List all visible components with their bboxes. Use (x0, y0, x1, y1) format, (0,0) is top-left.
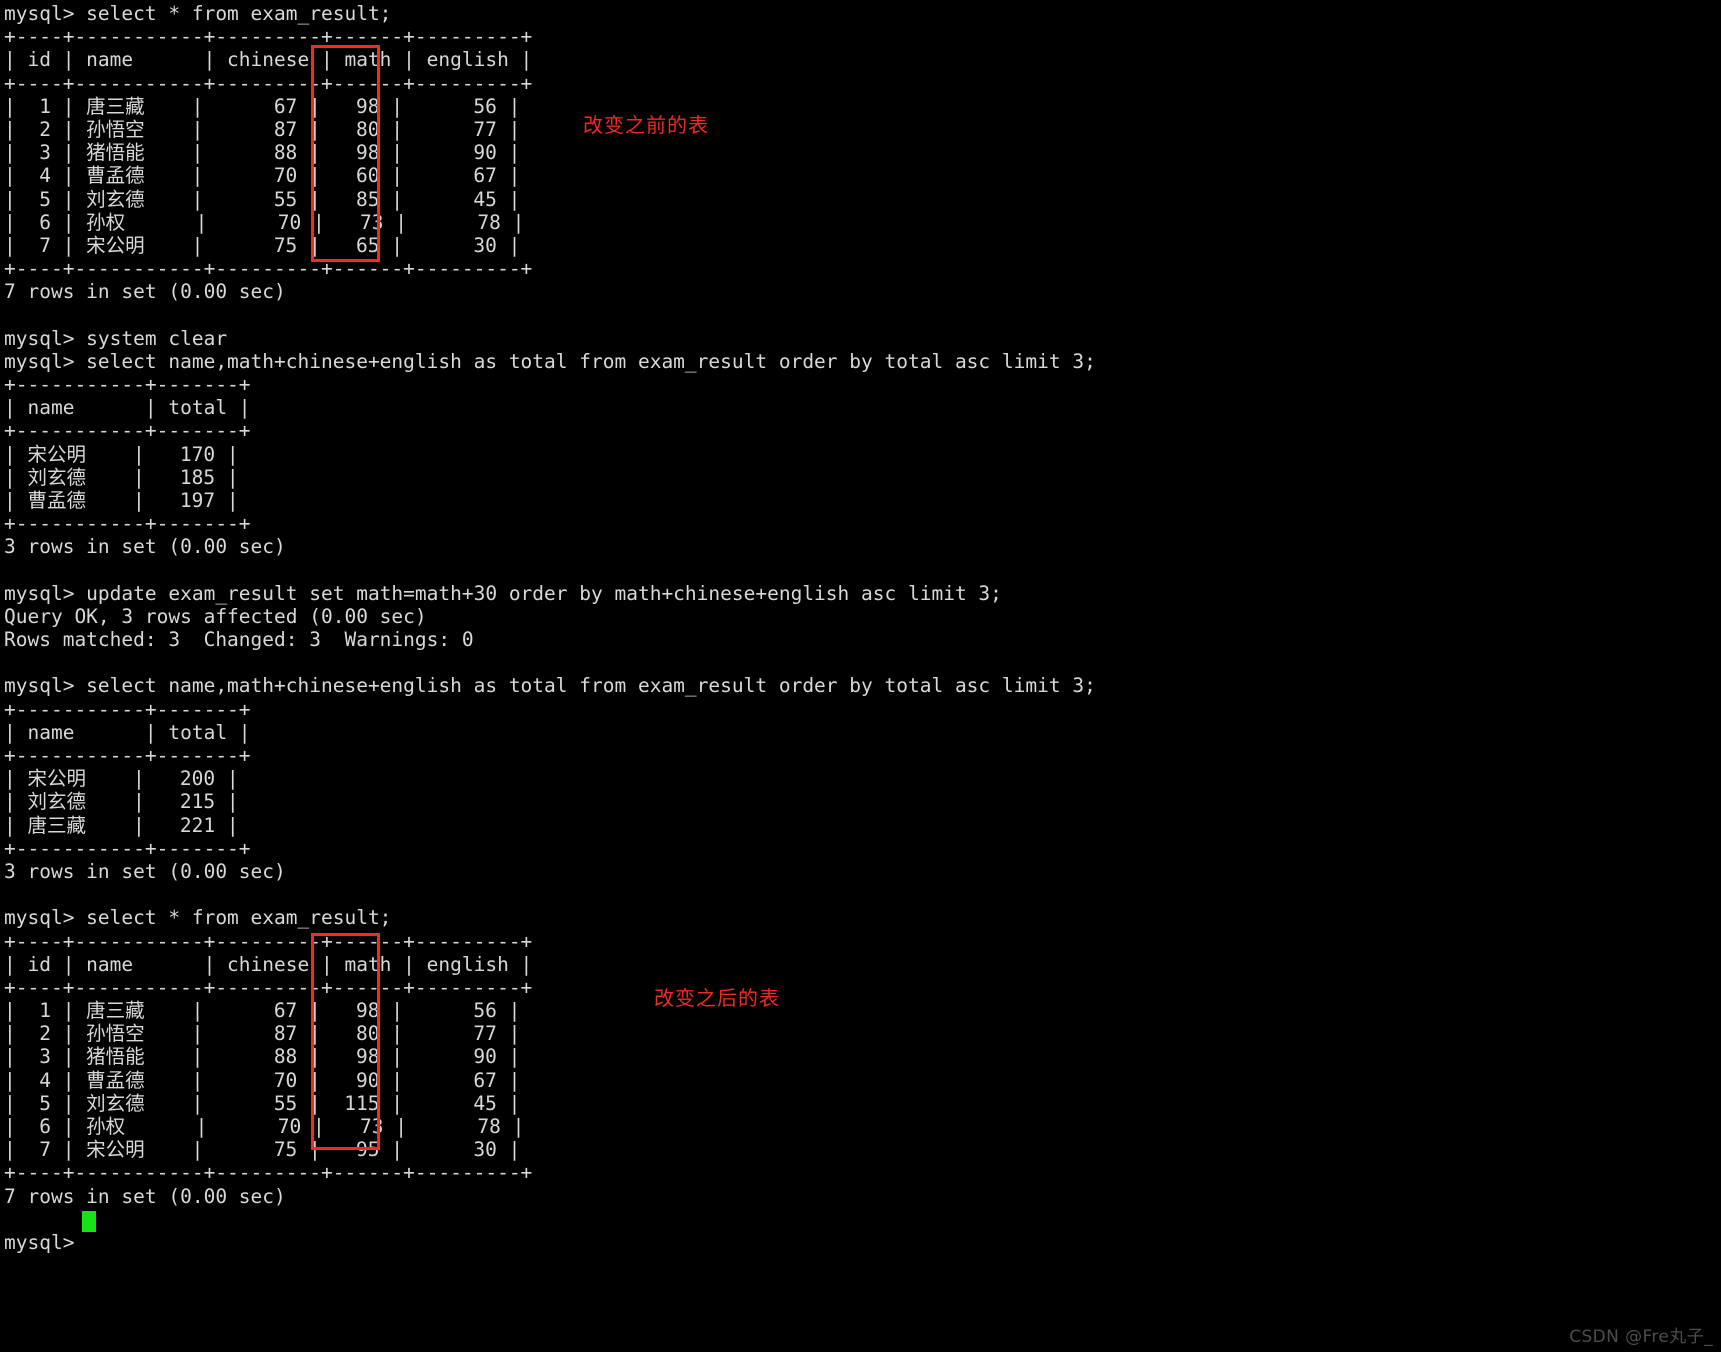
terminal-line: | 宋公明 | 170 | (4, 442, 239, 466)
terminal-line: +----+-----------+---------+------+-----… (4, 929, 533, 953)
terminal-output: mysql> select * from exam_result; +----+-… (4, 2, 1096, 1254)
terminal-line: | 刘玄德 | 185 | (4, 465, 239, 489)
terminal-line: | name | total | (4, 396, 251, 420)
terminal-line: | 刘玄德 | 215 | (4, 790, 239, 814)
terminal-line: | id | name | chinese | math | english | (4, 952, 533, 976)
terminal-cursor (82, 1211, 96, 1232)
terminal-line: | 7 | 宋公明 | 75 | 65 | 30 | (4, 233, 521, 257)
terminal-line: | 1 | 唐三藏 | 67 | 98 | 56 | (4, 94, 521, 118)
terminal-line: | 2 | 孙悟空 | 87 | 80 | 77 | (4, 117, 521, 141)
terminal-line: 7 rows in set (0.00 sec) (4, 280, 286, 304)
terminal-line: | id | name | chinese | math | english | (4, 48, 533, 72)
terminal-line: mysql> (4, 1230, 87, 1254)
terminal-line: +-----------+-------+ (4, 744, 251, 767)
terminal-line: | 6 | 孙权 | 70 | 73 | 78 | (4, 1115, 525, 1138)
terminal-line: 7 rows in set (0.00 sec) (4, 1184, 286, 1208)
terminal-line: | 2 | 孙悟空 | 87 | 80 | 77 | (4, 1022, 521, 1046)
terminal-line: +----+-----------+---------+------+-----… (4, 257, 533, 281)
terminal-line: | name | total | (4, 720, 251, 744)
terminal-line: +-----------+-------+ (4, 373, 251, 396)
terminal-line: 3 rows in set (0.00 sec) (4, 859, 286, 883)
terminal-line: +----+-----------+---------+------+-----… (4, 1161, 533, 1185)
terminal-line: | 4 | 曹孟德 | 70 | 90 | 67 | (4, 1068, 521, 1092)
terminal-line: mysql> select * from exam_result; (4, 906, 392, 930)
terminal-line: mysql> update exam_result set math=math+… (4, 581, 1002, 605)
watermark: CSDN @Fre丸子_ (1569, 1327, 1713, 1347)
annotation-after-table: 改变之后的表 (654, 986, 780, 1010)
terminal-line: | 宋公明 | 200 | (4, 767, 239, 791)
terminal-line: +-----------+-------+ (4, 836, 251, 860)
terminal-line: Query OK, 3 rows affected (0.00 sec) (4, 604, 427, 628)
terminal-line: | 4 | 曹孟德 | 70 | 60 | 67 | (4, 164, 521, 188)
terminal-line: mysql> select name,math+chinese+english … (4, 349, 1096, 373)
terminal-line: +-----------+-------+ (4, 697, 251, 721)
terminal-line: +----+-----------+---------+------+-----… (4, 71, 533, 95)
terminal-line: | 唐三藏 | 221 | (4, 813, 239, 837)
terminal-line: | 5 | 刘玄德 | 55 | 115 | 45 | (4, 1091, 521, 1115)
terminal-line: +----+-----------+---------+------+-----… (4, 25, 533, 49)
annotation-before-table: 改变之前的表 (583, 113, 709, 137)
terminal-line: | 1 | 唐三藏 | 67 | 98 | 56 | (4, 999, 521, 1023)
terminal-line: +----+-----------+---------+------+-----… (4, 975, 533, 999)
terminal-line: | 5 | 刘玄德 | 55 | 85 | 45 | (4, 187, 521, 211)
terminal-line: mysql> select name,math+chinese+english … (4, 674, 1096, 698)
terminal-line: mysql> select * from exam_result; (4, 2, 392, 25)
terminal-line: mysql> system clear (4, 326, 228, 350)
terminal-line: | 曹孟德 | 197 | (4, 488, 239, 512)
terminal-line: | 6 | 孙权 | 70 | 73 | 78 | (4, 210, 525, 234)
terminal-line: +-----------+-------+ (4, 419, 251, 443)
terminal-line: +-----------+-------+ (4, 512, 251, 536)
terminal-window[interactable]: mysql> select * from exam_result; +----+-… (0, 0, 1721, 1352)
terminal-line: | 7 | 宋公明 | 75 | 95 | 30 | (4, 1138, 521, 1162)
terminal-line: 3 rows in set (0.00 sec) (4, 535, 286, 559)
terminal-line: Rows matched: 3 Changed: 3 Warnings: 0 (4, 628, 474, 652)
terminal-line: | 3 | 猪悟能 | 88 | 98 | 90 | (4, 141, 521, 165)
terminal-line: | 3 | 猪悟能 | 88 | 98 | 90 | (4, 1045, 521, 1069)
